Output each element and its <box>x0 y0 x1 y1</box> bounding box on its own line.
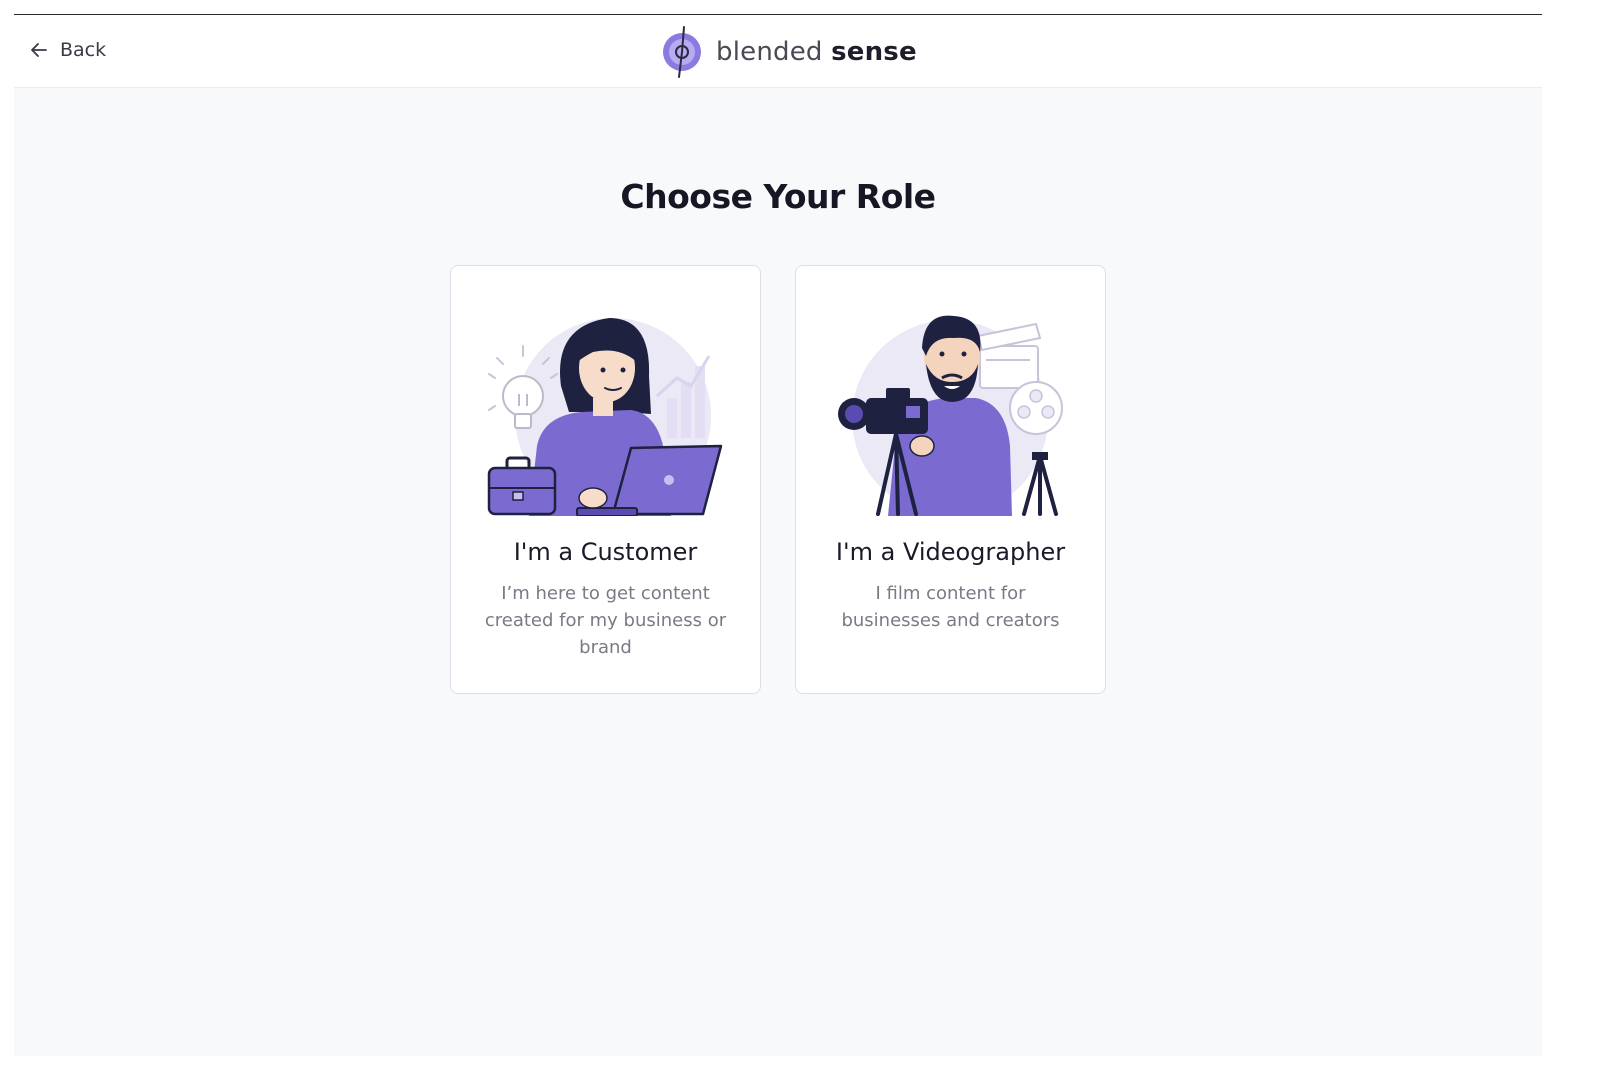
back-label: Back <box>60 39 107 61</box>
logo-wordmark: blended sense <box>716 37 917 67</box>
page-title: Choose Your Role <box>620 177 936 216</box>
arrow-left-icon <box>31 43 47 57</box>
role-title: I'm a Videographer <box>835 538 1066 566</box>
top-bar: Back blended sense <box>14 15 1542 88</box>
logo-text-bold: sense <box>831 37 917 67</box>
man-with-camera-illustration <box>838 315 1063 516</box>
role-card-videographer[interactable]: I'm a Videographer I film content for bu… <box>795 265 1106 694</box>
role-title: I'm a Customer <box>513 538 698 566</box>
back-button[interactable]: Back <box>28 35 106 65</box>
role-description: I’m here to get content created for my b… <box>484 583 727 658</box>
woman-with-laptop-illustration <box>487 318 723 516</box>
app-frame: Back blended sense Choose Your Role I'm … <box>14 14 1542 1056</box>
logo-mark-icon <box>663 26 701 78</box>
role-description: I film content for businesses and creato… <box>841 583 1060 631</box>
clapperboard-icon <box>976 322 1042 389</box>
role-card-customer[interactable]: I'm a Customer I’m here to get content c… <box>450 265 761 694</box>
brand-logo[interactable]: blended sense <box>662 25 917 79</box>
film-reel-icon <box>1009 381 1063 435</box>
logo-text-light: blended <box>716 37 823 67</box>
